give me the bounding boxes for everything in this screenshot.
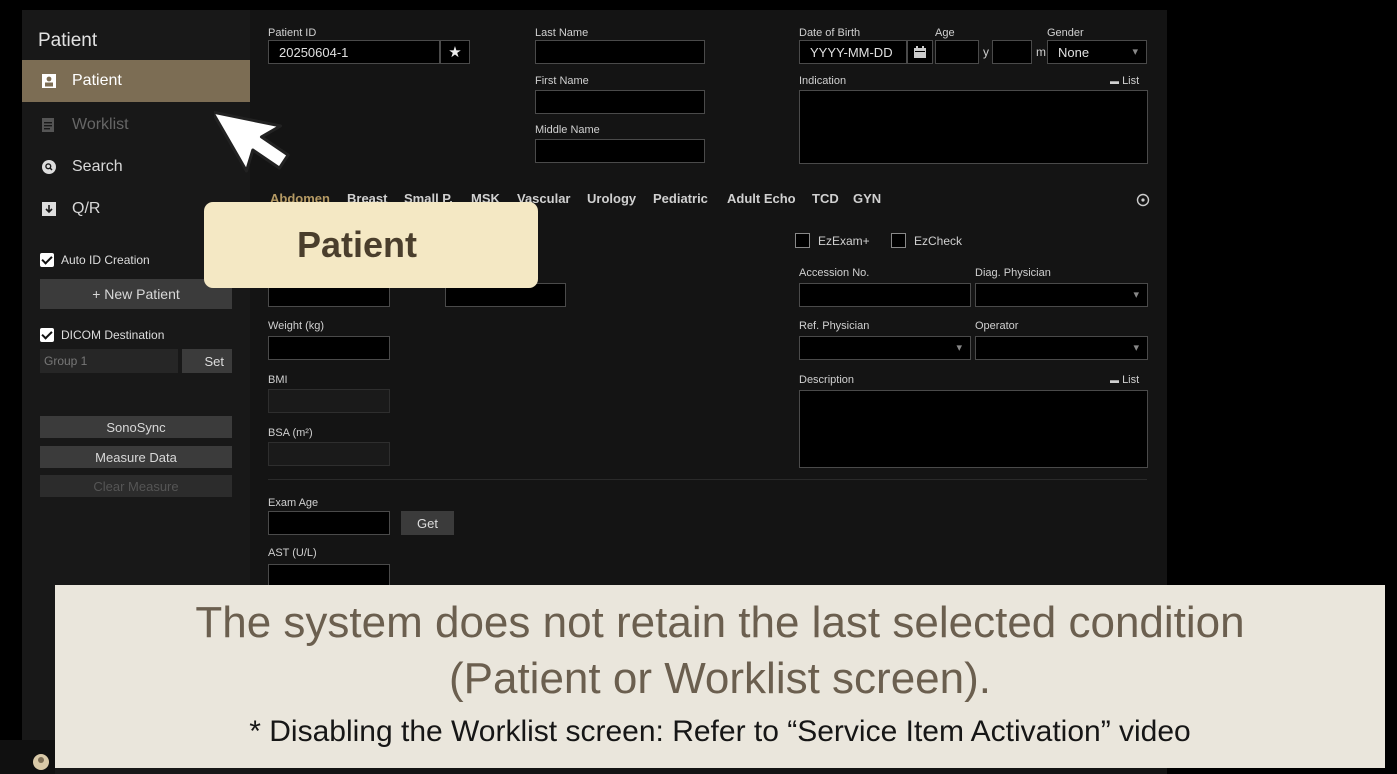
last-name-input[interactable] (535, 40, 705, 64)
measure-data-button[interactable]: Measure Data (40, 446, 232, 468)
description-textarea[interactable] (799, 390, 1148, 468)
star-icon[interactable]: ★ (440, 40, 470, 64)
ref-physician-select[interactable] (799, 336, 971, 360)
list-label: List (1122, 374, 1140, 386)
download-icon (42, 202, 56, 216)
patient-id-label: Patient ID (268, 27, 317, 39)
middle-name-input[interactable] (535, 139, 705, 163)
dob-input[interactable]: YYYY-MM-DD (799, 40, 907, 64)
nav-item-label: Patient (72, 72, 122, 89)
patient-id-input[interactable]: 20250604-1 (268, 40, 440, 64)
nav-item-label: Worklist (72, 116, 129, 133)
settings-gear-icon[interactable] (1136, 193, 1150, 212)
age-years-input[interactable] (935, 40, 979, 64)
description-list-button[interactable]: ▬ List (1110, 374, 1139, 386)
first-name-input[interactable] (535, 90, 705, 114)
diag-physician-label: Diag. Physician (975, 267, 1051, 279)
caption-line-2: (Patient or Worklist screen). (448, 654, 991, 703)
age-months-unit: m (1036, 45, 1046, 59)
sonosync-button[interactable]: SonoSync (40, 416, 232, 438)
indication-textarea[interactable] (799, 90, 1148, 164)
tab-tcd[interactable]: TCD (812, 191, 839, 206)
operator-select[interactable] (975, 336, 1148, 360)
ezexam-checkbox[interactable] (795, 233, 810, 248)
ezexam-label: EzExam+ (818, 234, 870, 248)
sidebar-title: Patient (38, 30, 98, 51)
ref-physician-label: Ref. Physician (799, 320, 870, 332)
clear-measure-button: Clear Measure (40, 475, 232, 497)
middle-name-label: Middle Name (535, 124, 600, 136)
accession-input[interactable] (799, 283, 971, 307)
dicom-destination-checkbox[interactable]: DICOM Destination (40, 328, 164, 342)
age-months-input[interactable] (992, 40, 1032, 64)
bmi-label: BMI (268, 374, 288, 386)
caption-line-1: The system does not retain the last sele… (195, 598, 1245, 647)
auto-id-label: Auto ID Creation (61, 253, 150, 267)
diag-physician-select[interactable] (975, 283, 1148, 307)
tab-pediatric[interactable]: Pediatric (653, 191, 708, 206)
operator-label: Operator (975, 320, 1019, 332)
ezcheck-label: EzCheck (914, 234, 963, 248)
exam-age-label: Exam Age (268, 497, 319, 509)
first-name-label: First Name (535, 75, 589, 87)
search-icon (42, 160, 56, 174)
user-avatar-icon (33, 754, 49, 770)
auto-id-checkbox[interactable]: Auto ID Creation (40, 253, 150, 267)
pointer-arrow-icon (210, 82, 304, 187)
ezcheck-checkbox[interactable] (891, 233, 906, 248)
bottom-status-strip (0, 740, 55, 774)
new-patient-button[interactable]: + New Patient (40, 279, 232, 309)
indication-list-button[interactable]: ▬ List (1110, 75, 1139, 87)
section-divider (268, 479, 1147, 480)
age-label: Age (935, 27, 955, 39)
last-name-label: Last Name (535, 27, 589, 39)
tab-gyn[interactable]: GYN (853, 191, 881, 206)
folder-icon: ▬ (1110, 375, 1119, 385)
caption-banner: The system does not retain the last sele… (55, 585, 1385, 768)
checkbox-checked-icon (40, 328, 54, 342)
age-years-unit: y (983, 45, 989, 59)
checkbox-checked-icon (40, 253, 54, 267)
weight-input[interactable] (268, 336, 390, 360)
set-button[interactable]: Set (182, 349, 232, 373)
patient-card-icon (42, 74, 56, 88)
patient-callout: Patient (204, 202, 538, 288)
list-label: List (1122, 75, 1140, 87)
ast-label: AST (U/L) (268, 547, 317, 559)
dob-label: Date of Birth (799, 27, 861, 39)
gender-label: Gender (1047, 27, 1084, 39)
group-select[interactable]: Group 1 (40, 349, 178, 373)
tab-adult-echo[interactable]: Adult Echo (727, 191, 796, 206)
worklist-icon (42, 118, 56, 132)
get-button[interactable]: Get (401, 511, 454, 535)
folder-icon: ▬ (1110, 76, 1119, 86)
calendar-icon[interactable] (907, 40, 933, 64)
weight-label: Weight (kg) (268, 320, 325, 332)
caption-line-3: * Disabling the Worklist screen: Refer t… (249, 715, 1191, 748)
bsa-label: BSA (m²) (268, 427, 313, 439)
tab-urology[interactable]: Urology (587, 191, 636, 206)
accession-label: Accession No. (799, 267, 870, 279)
exam-age-input[interactable] (268, 511, 390, 535)
dicom-destination-label: DICOM Destination (61, 328, 165, 342)
nav-item-label: Q/R (72, 200, 101, 217)
nav-item-label: Search (72, 158, 123, 175)
bmi-value (268, 389, 390, 413)
indication-label: Indication (799, 75, 847, 87)
description-label: Description (799, 374, 855, 386)
bsa-value (268, 442, 390, 466)
gender-select[interactable]: None (1047, 40, 1147, 64)
